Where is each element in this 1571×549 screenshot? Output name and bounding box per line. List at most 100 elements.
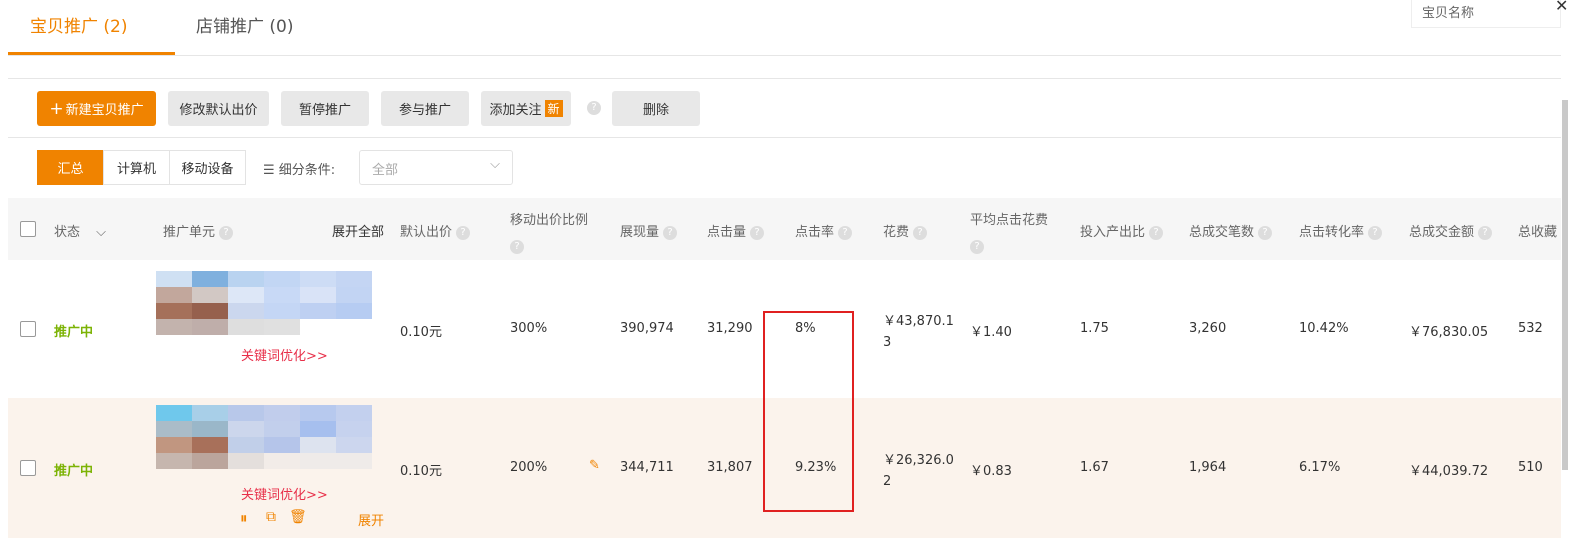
list-icon: ☰ xyxy=(263,163,275,178)
filter-value: 全部 xyxy=(372,163,399,178)
help-icon[interactable]: ? xyxy=(750,225,765,240)
header-unit: 推广单元? xyxy=(163,221,234,240)
tab-label: 店铺推广 xyxy=(196,17,264,37)
impressions: 344,711 xyxy=(620,460,674,475)
scrollbar[interactable] xyxy=(1562,100,1568,470)
header-fav[interactable]: 总收藏 xyxy=(1518,221,1557,240)
follow-button[interactable]: 添加关注新 xyxy=(481,91,571,126)
trash-icon[interactable]: 🗑 xyxy=(289,509,307,525)
orders: 3,260 xyxy=(1189,321,1227,336)
header-ctr[interactable]: 点击率? xyxy=(795,221,853,240)
modify-bid-button[interactable]: 修改默认出价 xyxy=(168,91,269,126)
clicks: 31,807 xyxy=(707,460,753,475)
expand-all-link[interactable]: 展开全部 xyxy=(332,221,384,240)
help-icon[interactable]: ? xyxy=(970,239,984,254)
select-all-checkbox[interactable] xyxy=(20,221,36,237)
impressions: 390,974 xyxy=(620,321,674,336)
help-icon[interactable]: ? xyxy=(838,225,853,240)
help-icon[interactable]: ? xyxy=(587,101,601,115)
pause-icon[interactable]: ⏸ xyxy=(240,509,248,527)
new-promotion-button[interactable]: + 新建宝贝推广 xyxy=(37,91,156,126)
header-cost[interactable]: 花费? xyxy=(883,221,928,240)
cost-line: ￥43,870.1 xyxy=(883,314,954,329)
button-label: 添加关注 xyxy=(489,103,542,118)
row-checkbox[interactable] xyxy=(20,460,36,476)
roi: 1.75 xyxy=(1080,321,1109,336)
header-label: 移动出价比例 xyxy=(510,213,589,228)
button-label: 新建宝贝推广 xyxy=(65,103,144,118)
help-icon[interactable]: ? xyxy=(1368,225,1383,240)
product-thumbnail-blurred xyxy=(156,405,372,469)
tab-item-promotion[interactable]: 宝贝推广 (2) xyxy=(30,12,128,37)
orders: 1,964 xyxy=(1189,460,1227,475)
header-orders[interactable]: 总成交笔数? xyxy=(1189,221,1273,240)
help-icon[interactable]: ? xyxy=(456,225,471,240)
header-status[interactable]: 状态 ⌵ xyxy=(54,221,106,240)
help-icon[interactable]: ? xyxy=(913,225,928,240)
default-bid[interactable]: 0.10元 xyxy=(400,460,442,479)
chevron-down-icon: ⌵ xyxy=(490,157,500,172)
divider xyxy=(8,137,1561,138)
header-label: 平均点击花费 xyxy=(970,213,1049,228)
header-clicks[interactable]: 点击量? xyxy=(707,221,765,240)
header-label: 展现量 xyxy=(620,225,660,240)
ctr-highlight-annotation xyxy=(763,311,854,512)
mobile-ratio: 300% xyxy=(510,321,548,336)
help-icon[interactable]: ? xyxy=(510,239,524,254)
header-impressions[interactable]: 展现量? xyxy=(620,221,678,240)
header-label: 花费 xyxy=(883,225,910,240)
new-badge: 新 xyxy=(544,100,563,117)
tab-count: (2) xyxy=(103,17,128,37)
plus-icon: + xyxy=(49,98,64,119)
keyword-optimize-link[interactable]: 关键词优化>> xyxy=(241,484,328,503)
help-icon[interactable]: ? xyxy=(1478,225,1493,240)
header-default-bid: 默认出价? xyxy=(400,221,471,240)
search-input[interactable]: 宝贝名称 xyxy=(1411,0,1561,28)
header-label: 默认出价 xyxy=(400,225,453,240)
header-label: 推广单元 xyxy=(163,225,216,240)
help-icon[interactable]: ? xyxy=(1149,225,1164,240)
filter-label-group: ☰ 细分条件: xyxy=(263,159,335,178)
header-label: 点击率 xyxy=(795,225,835,240)
cost: ￥26,326.0 2 xyxy=(883,450,954,492)
filter-label: 细分条件: xyxy=(278,163,336,178)
cvr: 10.42% xyxy=(1299,321,1349,336)
segment-summary[interactable]: 汇总 xyxy=(37,150,104,185)
expand-link[interactable]: 展开 xyxy=(358,510,384,529)
help-icon[interactable]: ? xyxy=(663,225,678,240)
segment-computer[interactable]: 计算机 xyxy=(103,150,170,185)
header-label: 点击转化率 xyxy=(1299,225,1365,240)
header-label: 状态 xyxy=(54,225,81,240)
pencil-edit-icon[interactable]: ✎ xyxy=(589,458,600,473)
cost: ￥43,870.1 3 xyxy=(883,311,954,353)
avg-cpc: ￥0.83 xyxy=(970,464,1012,479)
filter-select[interactable]: 全部 ⌵ xyxy=(359,150,513,185)
cvr: 6.17% xyxy=(1299,460,1341,475)
header-label: 总成交金额 xyxy=(1409,225,1475,240)
keyword-optimize-link[interactable]: 关键词优化>> xyxy=(241,345,328,364)
clicks: 31,290 xyxy=(707,321,753,336)
cost-line: 3 xyxy=(883,335,892,350)
avg-cpc: ￥1.40 xyxy=(970,325,1012,340)
help-icon[interactable]: ? xyxy=(219,225,234,240)
default-bid[interactable]: 0.10元 xyxy=(400,321,442,340)
row-checkbox[interactable] xyxy=(20,321,36,337)
tab-shop-promotion[interactable]: 店铺推广 (0) xyxy=(196,12,294,37)
header-mobile-ratio: 移动出价比例? xyxy=(510,208,588,260)
header-roi[interactable]: 投入产出比? xyxy=(1080,221,1164,240)
status-badge: 推广中 xyxy=(54,464,94,479)
header-gmv[interactable]: 总成交金额? xyxy=(1409,221,1493,240)
roi: 1.67 xyxy=(1080,460,1109,475)
delete-button[interactable]: 删除 xyxy=(612,91,700,126)
close-icon[interactable]: ✕ xyxy=(1555,0,1568,15)
help-icon[interactable]: ? xyxy=(1258,225,1273,240)
header-label: 点击量 xyxy=(707,225,747,240)
mobile-ratio: 200% xyxy=(510,460,548,475)
pause-button[interactable]: 暂停推广 xyxy=(281,91,369,126)
copy-icon[interactable]: ⧉ xyxy=(266,509,276,525)
join-button[interactable]: 参与推广 xyxy=(381,91,469,126)
header-avg-cpc[interactable]: 平均点击花费? xyxy=(970,208,1048,260)
product-thumbnail-blurred xyxy=(156,271,372,335)
segment-mobile[interactable]: 移动设备 xyxy=(169,150,246,185)
header-cvr[interactable]: 点击转化率? xyxy=(1299,221,1383,240)
